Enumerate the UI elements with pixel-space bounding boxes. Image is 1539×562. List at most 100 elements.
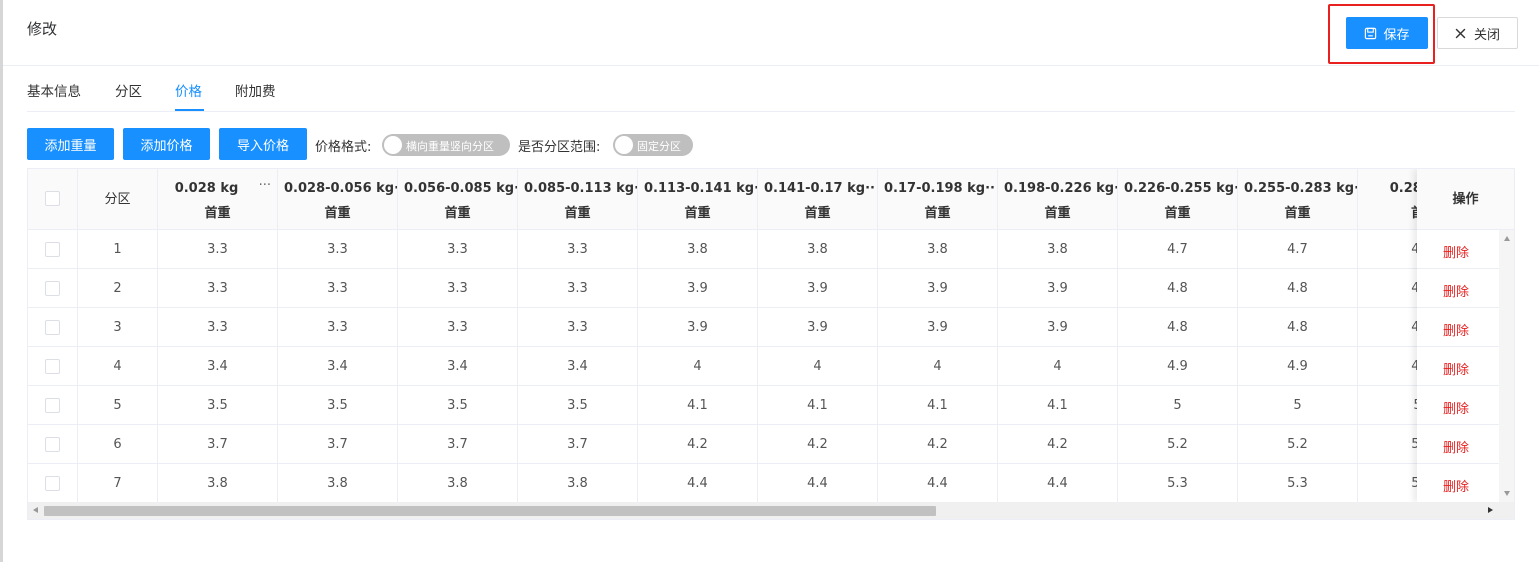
price-cell[interactable]: 3.8 [158, 464, 278, 503]
tab-price[interactable]: 价格 [175, 80, 202, 100]
price-cell[interactable]: 3.3 [518, 269, 638, 308]
price-cell[interactable]: 5.2 [1238, 425, 1358, 464]
price-cell[interactable]: 3.7 [158, 425, 278, 464]
tab-basic-info[interactable]: 基本信息 [27, 80, 81, 100]
price-cell[interactable]: 3.4 [158, 347, 278, 386]
price-cell[interactable]: 3.3 [158, 230, 278, 269]
price-cell[interactable]: 4.4 [638, 464, 758, 503]
price-cell[interactable]: 3.8 [518, 464, 638, 503]
price-cell[interactable]: 4.8 [1238, 308, 1358, 347]
weight-column-header[interactable]: 0.226-0.255 kg·· 首重 [1118, 169, 1238, 230]
row-checkbox[interactable] [45, 281, 60, 296]
price-cell[interactable]: 3.3 [278, 230, 398, 269]
price-cell[interactable]: 3.9 [758, 269, 878, 308]
price-cell[interactable]: 4.8 [1118, 308, 1238, 347]
weight-column-header[interactable]: 0.141-0.17 kg·· 首重 [758, 169, 878, 230]
price-cell[interactable]: 4 [878, 347, 998, 386]
scroll-left-icon[interactable] [33, 507, 38, 513]
price-cell[interactable]: 4.9 [1118, 347, 1238, 386]
price-cell[interactable]: 3.3 [518, 230, 638, 269]
row-checkbox[interactable] [45, 242, 60, 257]
price-cell[interactable]: 3.3 [158, 308, 278, 347]
price-cell[interactable]: 4.8 [1238, 269, 1358, 308]
add-price-button[interactable]: 添加价格 [123, 128, 210, 160]
price-cell[interactable]: 4.4 [998, 464, 1118, 503]
price-cell[interactable]: 3.9 [998, 269, 1118, 308]
price-cell[interactable]: 3.3 [398, 308, 518, 347]
zone-range-switch[interactable]: 固定分区 [613, 134, 693, 156]
price-cell[interactable]: 4.4 [758, 464, 878, 503]
horizontal-scrollbar[interactable] [28, 502, 1514, 519]
price-cell[interactable]: 3.7 [398, 425, 518, 464]
price-cell[interactable]: 3.4 [518, 347, 638, 386]
price-cell[interactable]: 4.1 [638, 386, 758, 425]
price-cell[interactable]: 3.3 [278, 269, 398, 308]
price-cell[interactable]: 3.8 [758, 230, 878, 269]
scroll-down-icon[interactable] [1504, 491, 1510, 496]
price-cell[interactable]: 3.8 [878, 230, 998, 269]
price-cell[interactable]: 3.5 [278, 386, 398, 425]
price-cell[interactable]: 3.5 [518, 386, 638, 425]
save-button[interactable]: 保存 [1346, 17, 1428, 49]
weight-column-header[interactable]: 0.028 kg 首重 ··· [158, 169, 278, 230]
price-cell[interactable]: 5.3 [1238, 464, 1358, 503]
price-cell[interactable]: 3.5 [158, 386, 278, 425]
price-cell[interactable]: 4.4 [878, 464, 998, 503]
price-cell[interactable]: 4.2 [878, 425, 998, 464]
price-cell[interactable]: 3.3 [278, 308, 398, 347]
price-cell[interactable]: 3.9 [758, 308, 878, 347]
price-cell[interactable]: 5 [1238, 386, 1358, 425]
delete-link[interactable]: 删除 [1443, 359, 1469, 378]
row-checkbox[interactable] [45, 320, 60, 335]
price-format-switch[interactable]: 横向重量竖向分区 [382, 134, 510, 156]
price-cell[interactable]: 3.7 [518, 425, 638, 464]
delete-link[interactable]: 删除 [1443, 281, 1469, 300]
price-cell[interactable]: 3.9 [638, 308, 758, 347]
price-cell[interactable]: 5 [1118, 386, 1238, 425]
delete-link[interactable]: 删除 [1443, 437, 1469, 456]
price-cell[interactable]: 3.7 [278, 425, 398, 464]
weight-column-header[interactable]: 0.085-0.113 kg·· 首重 [518, 169, 638, 230]
more-icon[interactable]: ··· [259, 178, 271, 193]
delete-link[interactable]: 删除 [1443, 476, 1469, 495]
price-cell[interactable]: 3.8 [638, 230, 758, 269]
scroll-up-icon[interactable] [1504, 236, 1510, 241]
row-checkbox[interactable] [45, 359, 60, 374]
price-cell[interactable]: 4.7 [1238, 230, 1358, 269]
price-cell[interactable]: 4.9 [1238, 347, 1358, 386]
add-weight-button[interactable]: 添加重量 [27, 128, 114, 160]
weight-column-header[interactable]: 0.255-0.283 kg·· 首重 [1238, 169, 1358, 230]
tab-surcharge[interactable]: 附加费 [235, 80, 276, 100]
price-cell[interactable]: 4.8 [1118, 269, 1238, 308]
select-all-checkbox[interactable] [45, 191, 60, 206]
scrollbar-thumb[interactable] [44, 506, 936, 516]
price-cell[interactable]: 4.1 [878, 386, 998, 425]
delete-link[interactable]: 删除 [1443, 398, 1469, 417]
delete-link[interactable]: 删除 [1443, 320, 1469, 339]
vertical-scrollbar[interactable] [1499, 230, 1514, 502]
price-cell[interactable]: 4 [998, 347, 1118, 386]
price-cell[interactable]: 5.2 [1118, 425, 1238, 464]
row-checkbox[interactable] [45, 476, 60, 491]
price-cell[interactable]: 3.3 [398, 230, 518, 269]
tab-zone[interactable]: 分区 [115, 80, 142, 100]
price-cell[interactable]: 3.8 [398, 464, 518, 503]
price-cell[interactable]: 4.2 [998, 425, 1118, 464]
price-cell[interactable]: 3.8 [998, 230, 1118, 269]
price-cell[interactable]: 3.3 [518, 308, 638, 347]
price-cell[interactable]: 3.4 [398, 347, 518, 386]
price-cell[interactable]: 3.8 [278, 464, 398, 503]
price-cell[interactable]: 4 [638, 347, 758, 386]
price-cell[interactable]: 3.3 [398, 269, 518, 308]
row-checkbox[interactable] [45, 437, 60, 452]
price-cell[interactable]: 4.1 [998, 386, 1118, 425]
price-cell[interactable]: 3.9 [998, 308, 1118, 347]
price-cell[interactable]: 3.9 [878, 269, 998, 308]
price-cell[interactable]: 3.3 [158, 269, 278, 308]
delete-link[interactable]: 删除 [1443, 242, 1469, 261]
weight-column-header[interactable]: 0.056-0.085 kg·· 首重 [398, 169, 518, 230]
price-cell[interactable]: 4.2 [638, 425, 758, 464]
price-cell[interactable]: 5.3 [1118, 464, 1238, 503]
weight-column-header[interactable]: 0.17-0.198 kg·· 首重 [878, 169, 998, 230]
price-cell[interactable]: 3.9 [638, 269, 758, 308]
